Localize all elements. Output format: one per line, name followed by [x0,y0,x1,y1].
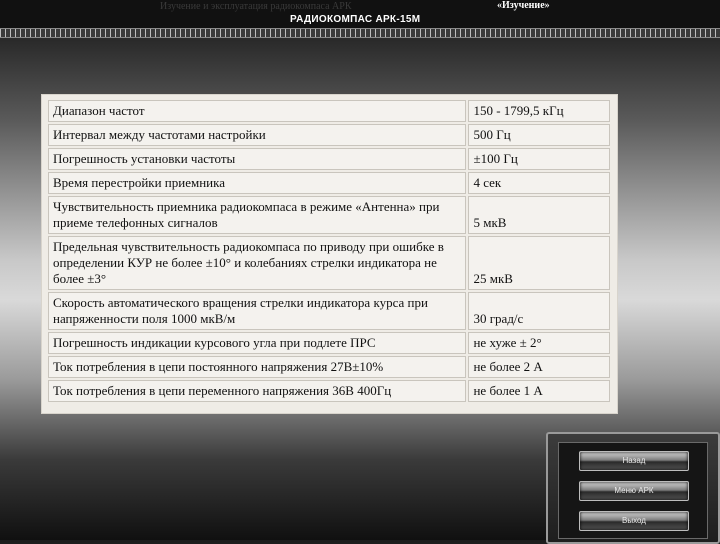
spec-value: не более 2 А [468,356,610,378]
spec-parameter: Диапазон частот [48,100,467,122]
table-row: Погрешность установки частоты ±100 Гц [48,148,610,170]
spec-value: 500 Гц [468,124,610,146]
ark-menu-button[interactable]: Меню АРК [579,481,689,501]
table-row: Чувствительность приемника радиокомпаса … [48,196,610,234]
exit-button[interactable]: Выход [579,511,689,531]
spec-parameter: Скорость автоматического вращения стрелк… [48,292,467,330]
specs-table-panel: Диапазон частот 150 - 1799,5 кГц Интервал … [41,94,618,414]
spec-value: 25 мкВ [468,236,610,290]
spec-parameter: Предельная чувствительность радиокомпаса… [48,236,467,290]
specs-table: Диапазон частот 150 - 1799,5 кГц Интервал … [46,98,612,404]
table-row: Время перестройки приемника 4 сек [48,172,610,194]
spec-parameter: Ток потребления в цепи переменного напря… [48,380,467,402]
course-title: Изучение и эксплуатация радиокомпаса АРК [160,1,352,12]
table-row: Скорость автоматического вращения стрелк… [48,292,610,330]
spec-value: не хуже ± 2° [468,332,610,354]
back-button[interactable]: Назад [579,451,689,471]
table-row: Предельная чувствительность радиокомпаса… [48,236,610,290]
device-title: РАДИОКОМПАС АРК-15М [290,14,421,25]
spec-parameter: Ток потребления в цепи постоянного напря… [48,356,467,378]
table-row: Ток потребления в цепи переменного напря… [48,380,610,402]
spec-value: 30 град/с [468,292,610,330]
spec-value: не более 1 А [468,380,610,402]
spec-parameter: Интервал между частотами настройки [48,124,467,146]
navigation-panel: Назад Меню АРК Выход [546,432,720,544]
table-row: Диапазон частот 150 - 1799,5 кГц [48,100,610,122]
mode-label: «Изучение» [497,0,550,11]
spec-parameter: Чувствительность приемника радиокомпаса … [48,196,467,234]
spec-value: 4 сек [468,172,610,194]
table-row: Погрешность индикации курсового угла при… [48,332,610,354]
spec-parameter: Погрешность установки частоты [48,148,467,170]
spec-value: ±100 Гц [468,148,610,170]
scale-ruler [0,28,720,38]
navigation-panel-frame: Назад Меню АРК Выход [558,442,708,539]
spec-parameter: Время перестройки приемника [48,172,467,194]
table-row: Интервал между частотами настройки 500 Гц [48,124,610,146]
table-row: Ток потребления в цепи постоянного напря… [48,356,610,378]
spec-value: 5 мкВ [468,196,610,234]
spec-value: 150 - 1799,5 кГц [468,100,610,122]
spec-parameter: Погрешность индикации курсового угла при… [48,332,467,354]
